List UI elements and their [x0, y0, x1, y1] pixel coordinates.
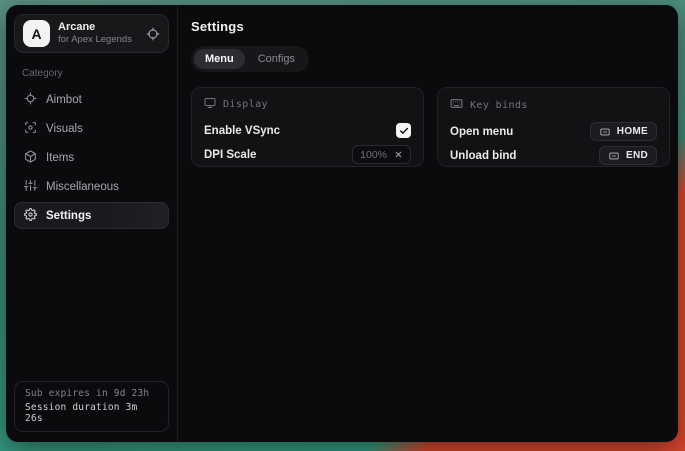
tab-bar: Menu Configs: [191, 46, 309, 72]
app-name: Arcane: [58, 21, 138, 35]
sidebar-item-items[interactable]: Items: [14, 144, 169, 171]
keybinds-panel-title: Key binds: [470, 100, 528, 111]
check-icon: [399, 126, 409, 136]
subscription-card: Sub expires in 9d 23h Session duration 3…: [14, 381, 169, 432]
crosshair-icon: [24, 92, 37, 108]
dpi-row: DPI Scale 100%: [204, 143, 411, 166]
open-menu-label: Open menu: [450, 126, 513, 138]
target-icon[interactable]: [146, 27, 160, 41]
sidebar-item-aimbot[interactable]: Aimbot: [14, 86, 169, 113]
sidebar-item-label: Visuals: [46, 123, 83, 135]
keyboard-icon: [599, 127, 611, 137]
gear-icon: [24, 208, 37, 224]
display-panel: Display Enable VSync DPI Scale 100%: [191, 87, 424, 167]
vsync-label: Enable VSync: [204, 125, 280, 137]
unload-bind-keybind[interactable]: END: [599, 146, 657, 165]
sidebar-item-label: Settings: [46, 210, 91, 222]
sidebar-item-label: Miscellaneous: [46, 181, 119, 193]
panels-row: Display Enable VSync DPI Scale 100%: [191, 87, 670, 167]
unload-bind-key: END: [626, 150, 648, 161]
open-menu-keybind[interactable]: HOME: [590, 122, 657, 141]
vsync-row: Enable VSync: [204, 119, 411, 142]
category-label: Category: [22, 68, 161, 79]
unload-bind-label: Unload bind: [450, 150, 516, 162]
app-titles: Arcane for Apex Legends: [58, 21, 138, 47]
dpi-label: DPI Scale: [204, 149, 256, 161]
sidebar-item-settings[interactable]: Settings: [14, 202, 169, 229]
monitor-icon: [204, 97, 216, 112]
keybinds-panel: Key binds Open menu HOME Unload bind: [437, 87, 670, 167]
app-logo: A: [23, 20, 50, 47]
keybinds-panel-header: Key binds: [450, 97, 657, 113]
cube-icon: [24, 150, 37, 166]
open-menu-key: HOME: [617, 126, 648, 137]
sub-expires-text: Sub expires in 9d 23h: [25, 388, 158, 399]
clear-icon[interactable]: [394, 150, 403, 159]
sidebar-item-miscellaneous[interactable]: Miscellaneous: [14, 173, 169, 200]
sidebar-nav: Aimbot Visuals Items: [14, 86, 169, 229]
app-window: A Arcane for Apex Legends Category Aimbo…: [6, 5, 678, 442]
display-panel-title: Display: [223, 99, 268, 110]
session-duration-text: Session duration 3m 26s: [25, 402, 158, 424]
eye-scan-icon: [24, 121, 37, 137]
sliders-icon: [24, 179, 37, 195]
unload-bind-row: Unload bind END: [450, 144, 657, 167]
app-subtitle: for Apex Legends: [58, 34, 138, 46]
open-menu-row: Open menu HOME: [450, 120, 657, 143]
tab-configs[interactable]: Configs: [247, 49, 306, 69]
keyboard-icon: [608, 151, 620, 161]
vsync-checkbox[interactable]: [396, 123, 411, 138]
app-header-card: A Arcane for Apex Legends: [14, 14, 169, 53]
tab-menu[interactable]: Menu: [194, 49, 245, 69]
display-panel-header: Display: [204, 97, 411, 112]
sidebar-item-label: Aimbot: [46, 94, 82, 106]
sidebar-item-label: Items: [46, 152, 74, 164]
dpi-scale-value: 100%: [360, 149, 387, 161]
sidebar: A Arcane for Apex Legends Category Aimbo…: [6, 5, 178, 442]
sidebar-item-visuals[interactable]: Visuals: [14, 115, 169, 142]
keyboard-icon: [450, 97, 463, 113]
dpi-scale-input[interactable]: 100%: [352, 145, 411, 164]
sidebar-spacer: [14, 229, 169, 381]
main-content: Settings Menu Configs Display Enable VSy…: [178, 5, 678, 442]
page-title: Settings: [191, 19, 670, 34]
